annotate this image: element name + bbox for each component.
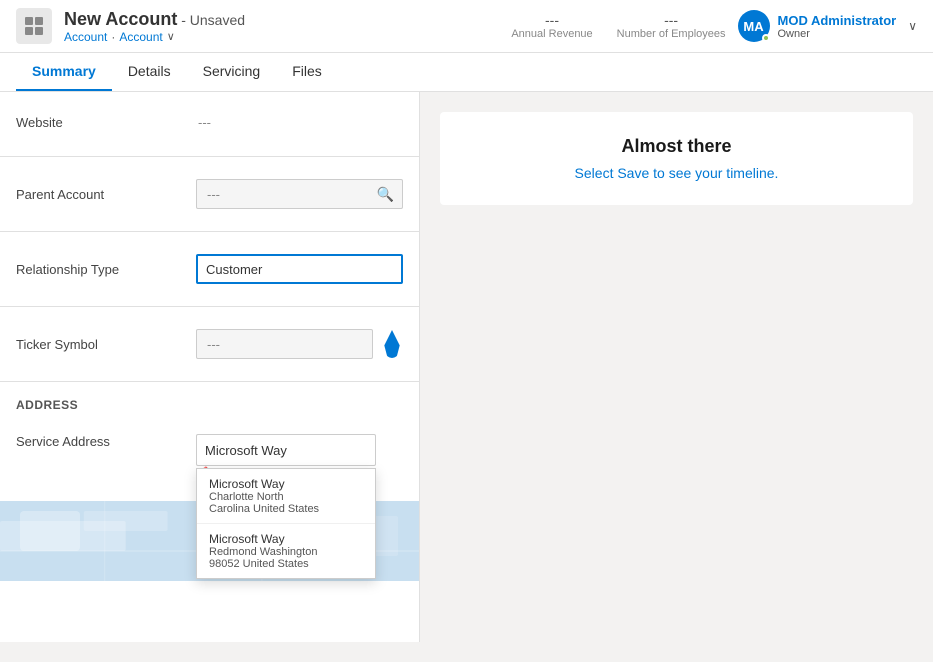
divider-4 [0,381,419,382]
timeline-title: Almost there [464,136,889,157]
website-row: Website --- [16,104,403,140]
status-dot [762,34,770,42]
ticker-symbol-row: Ticker Symbol --- [16,323,403,365]
owner-area[interactable]: MA MOD Administrator Owner ∨ [738,10,918,42]
service-address-label: Service Address [16,434,196,449]
parent-account-input-wrapper: --- 🔍 [196,179,403,209]
ticker-symbol-label: Ticker Symbol [16,337,196,352]
relationship-type-section: Relationship Type [0,236,419,302]
header-title-area: New Account - Unsaved Account · Account … [64,9,499,44]
chevron-down-icon[interactable]: ∨ [908,19,917,33]
parent-account-section: Parent Account --- 🔍 [0,161,419,227]
parent-account-label: Parent Account [16,187,196,202]
annual-revenue-stat: --- Annual Revenue [511,12,592,40]
ticker-input-wrapper: --- [196,329,373,359]
breadcrumb-account[interactable]: Account [64,30,107,44]
divider-2 [0,231,419,232]
service-address-section: Service Address ✏️ Microsoft Way Charlot… [0,416,419,501]
address-suggestions-dropdown: Microsoft Way Charlotte North Carolina U… [196,468,376,579]
service-address-input[interactable] [196,434,376,466]
search-icon[interactable]: 🔍 [377,186,394,203]
suggestion-item-2[interactable]: Microsoft Way Redmond Washington 98052 U… [197,524,375,578]
page-title: New Account - Unsaved [64,9,499,30]
tab-summary[interactable]: Summary [16,53,112,91]
parent-account-value: --- 🔍 [196,179,403,209]
website-dashes: --- [196,115,211,130]
website-label: Website [16,115,196,130]
timeline-card: Almost there Select Save to see your tim… [440,112,913,205]
num-employees-stat: --- Number of Employees [617,12,726,40]
ticker-symbol-value: --- [196,329,403,359]
parent-account-dashes: --- [205,187,377,202]
left-panel: Website --- Parent Account --- 🔍 [0,92,420,642]
water-drop-icon [381,330,403,358]
breadcrumb: Account · Account ∨ [64,30,499,44]
service-address-row: Service Address ✏️ Microsoft Way Charlot… [16,428,403,489]
website-value: --- [196,115,403,130]
main-layout: Website --- Parent Account --- 🔍 [0,92,933,642]
suggestion-item-1[interactable]: Microsoft Way Charlotte North Carolina U… [197,469,375,524]
address-section-header: ADDRESS [0,386,419,416]
divider-3 [0,306,419,307]
tab-servicing[interactable]: Servicing [187,53,277,91]
tab-files[interactable]: Files [276,53,338,91]
address-input-area: ✏️ Microsoft Way Charlotte North Carolin… [196,434,403,483]
owner-info: MOD Administrator Owner [778,13,897,40]
relationship-type-row: Relationship Type [16,248,403,290]
relationship-type-label: Relationship Type [16,262,196,277]
breadcrumb-account2[interactable]: Account [119,30,162,44]
avatar: MA [738,10,770,42]
right-panel: Almost there Select Save to see your tim… [420,92,933,642]
app-icon [16,8,52,44]
parent-account-row: Parent Account --- 🔍 [16,173,403,215]
relationship-type-input[interactable] [196,254,403,284]
ticker-symbol-section: Ticker Symbol --- [0,311,419,377]
divider-1 [0,156,419,157]
tab-bar: Summary Details Servicing Files [0,53,933,92]
timeline-message: Select Save to see your timeline. [464,165,889,181]
app-header: New Account - Unsaved Account · Account … [0,0,933,53]
relationship-type-value [196,254,403,284]
header-stats: --- Annual Revenue --- Number of Employe… [511,12,725,40]
ticker-dashes: --- [205,337,364,352]
website-section: Website --- [0,92,419,152]
tab-details[interactable]: Details [112,53,187,91]
